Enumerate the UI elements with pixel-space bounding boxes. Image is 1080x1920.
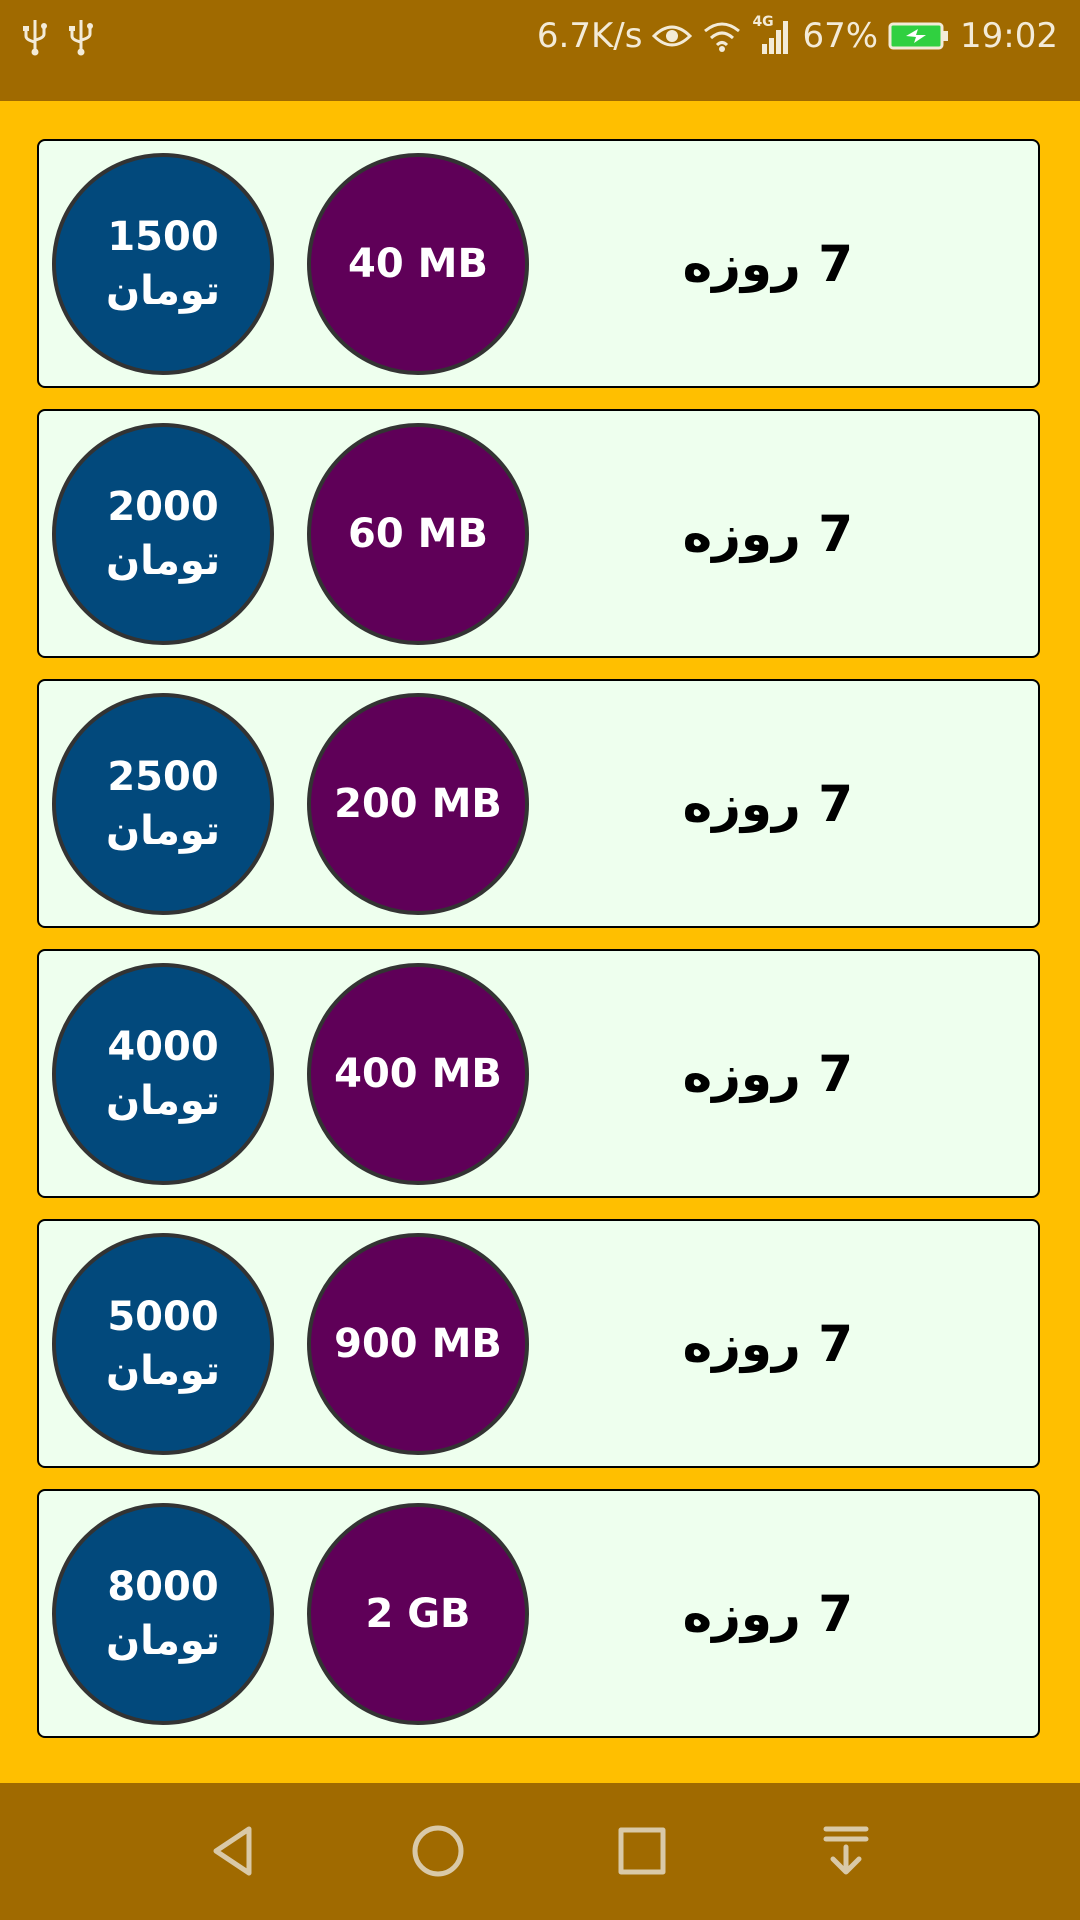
clock: 19:02 xyxy=(960,16,1058,56)
price-badge: 1500 تومان xyxy=(52,153,274,375)
volume-label: 2 GB xyxy=(365,1591,471,1637)
price-badge: 8000 تومان xyxy=(52,1503,274,1725)
duration-label: 7 روزه xyxy=(682,1314,853,1373)
duration-label: 7 روزه xyxy=(682,504,853,563)
price-currency: تومان xyxy=(105,1078,221,1124)
home-icon[interactable] xyxy=(408,1821,468,1881)
package-card[interactable]: 8000 تومان 2 GB 7 روزه xyxy=(37,1489,1040,1738)
volume-label: 200 MB xyxy=(334,781,502,827)
volume-badge: 60 MB xyxy=(307,423,529,645)
package-card[interactable]: 2500 تومان 200 MB 7 روزه xyxy=(37,679,1040,928)
package-card[interactable]: 1500 تومان 40 MB 7 روزه xyxy=(37,139,1040,388)
navigation-bar xyxy=(0,1783,1080,1920)
price-currency: تومان xyxy=(105,808,221,854)
duration-label: 7 روزه xyxy=(682,234,853,293)
usb-icon xyxy=(22,16,48,60)
price-amount: 5000 xyxy=(107,1294,219,1340)
volume-badge: 400 MB xyxy=(307,963,529,1185)
wifi-icon xyxy=(702,19,742,53)
network-speed: 6.7K/s xyxy=(536,16,643,56)
package-card[interactable]: 5000 تومان 900 MB 7 روزه xyxy=(37,1219,1040,1468)
volume-label: 40 MB xyxy=(348,241,488,287)
price-currency: تومان xyxy=(105,538,221,584)
volume-badge: 2 GB xyxy=(307,1503,529,1725)
recents-icon[interactable] xyxy=(612,1821,672,1881)
eye-icon xyxy=(652,21,693,51)
price-amount: 1500 xyxy=(107,214,219,260)
notification-pulldown-icon[interactable] xyxy=(816,1821,876,1881)
duration-label: 7 روزه xyxy=(682,774,853,833)
price-currency: تومان xyxy=(105,1348,221,1394)
package-card[interactable]: 4000 تومان 400 MB 7 روزه xyxy=(37,949,1040,1198)
price-amount: 2500 xyxy=(107,754,219,800)
volume-badge: 200 MB xyxy=(307,693,529,915)
duration-label: 7 روزه xyxy=(682,1044,853,1103)
volume-label: 900 MB xyxy=(334,1321,502,1367)
volume-badge: 900 MB xyxy=(307,1233,529,1455)
volume-label: 400 MB xyxy=(334,1051,502,1097)
status-bar: 6.7K/s 4G 67% 19:02 xyxy=(0,0,1080,101)
price-badge: 5000 تومان xyxy=(52,1233,274,1455)
price-amount: 8000 xyxy=(107,1564,219,1610)
price-badge: 2500 تومان xyxy=(52,693,274,915)
price-amount: 4000 xyxy=(107,1024,219,1070)
price-badge: 2000 تومان xyxy=(52,423,274,645)
price-currency: تومان xyxy=(105,268,221,314)
package-list: 1500 تومان 40 MB 7 روزه 2000 تومان 60 MB… xyxy=(0,101,1080,1783)
price-amount: 2000 xyxy=(107,484,219,530)
volume-badge: 40 MB xyxy=(307,153,529,375)
battery-charging-icon xyxy=(888,21,950,51)
volume-label: 60 MB xyxy=(348,511,488,557)
package-card[interactable]: 2000 تومان 60 MB 7 روزه xyxy=(37,409,1040,658)
signal-icon: 4G xyxy=(752,14,792,54)
usb-icon xyxy=(68,16,94,60)
battery-percent: 67% xyxy=(802,16,879,56)
duration-label: 7 روزه xyxy=(682,1584,853,1643)
price-badge: 4000 تومان xyxy=(52,963,274,1185)
back-icon[interactable] xyxy=(204,1821,264,1881)
price-currency: تومان xyxy=(105,1618,221,1664)
